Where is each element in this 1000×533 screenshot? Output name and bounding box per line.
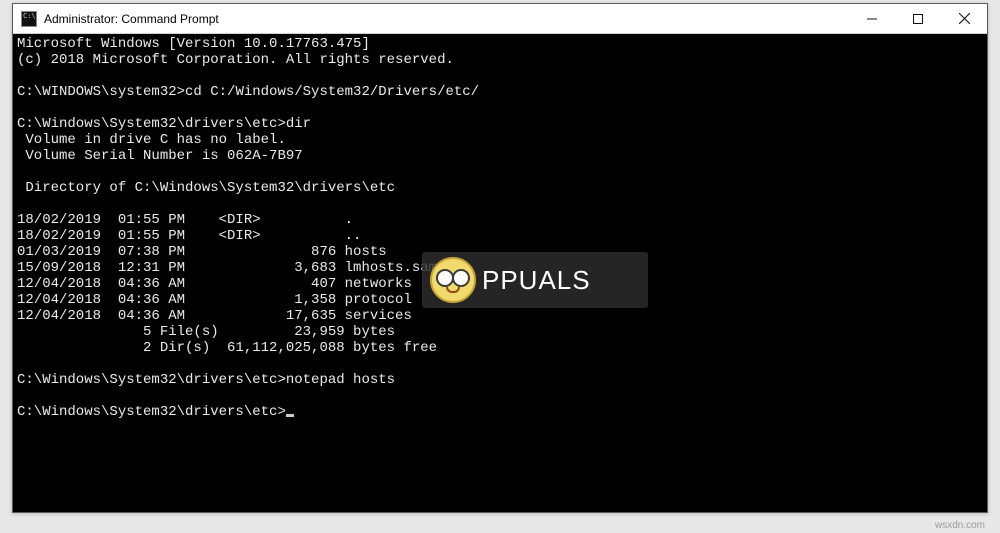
watermark-logo-overlay: PPUALS xyxy=(422,252,648,308)
dir-row: 12/04/2018 04:36 AM 407 networks xyxy=(17,276,412,292)
close-button[interactable] xyxy=(941,4,987,33)
console-header-1: Microsoft Windows [Version 10.0.17763.47… xyxy=(17,36,370,52)
appuals-face-icon xyxy=(430,257,476,303)
dir-row: 12/04/2018 04:36 AM 17,635 services xyxy=(17,308,412,324)
dir-summary: 2 Dir(s) 61,112,025,088 bytes free xyxy=(17,340,437,356)
dir-row: 01/03/2019 07:38 PM 876 hosts xyxy=(17,244,387,260)
directory-of: Directory of C:\Windows\System32\drivers… xyxy=(17,180,395,196)
volume-line-2: Volume Serial Number is 062A-7B97 xyxy=(17,148,303,164)
appuals-logo-text: PPUALS xyxy=(482,265,591,296)
prompt-2-path: C:\Windows\System32\drivers\etc> xyxy=(17,116,286,132)
prompt-3-cmd: notepad hosts xyxy=(286,372,395,388)
watermark-text: wsxdn.com xyxy=(935,520,985,531)
prompt-4-path: C:\Windows\System32\drivers\etc> xyxy=(17,404,286,420)
prompt-2-cmd: dir xyxy=(286,116,311,132)
dir-row: 15/09/2018 12:31 PM 3,683 lmhosts.sam xyxy=(17,260,437,276)
dir-row: 12/04/2018 04:36 AM 1,358 protocol xyxy=(17,292,412,308)
window-title: Administrator: Command Prompt xyxy=(44,12,219,26)
prompt-3-path: C:\Windows\System32\drivers\etc> xyxy=(17,372,286,388)
cmd-icon: C:\ xyxy=(21,11,37,27)
volume-line-1: Volume in drive C has no label. xyxy=(17,132,286,148)
dir-row: 18/02/2019 01:55 PM <DIR> . xyxy=(17,212,353,228)
dir-summary: 5 File(s) 23,959 bytes xyxy=(17,324,395,340)
maximize-button[interactable] xyxy=(895,4,941,33)
dir-row: 18/02/2019 01:55 PM <DIR> .. xyxy=(17,228,361,244)
titlebar[interactable]: C:\ Administrator: Command Prompt xyxy=(13,4,987,34)
console-header-2: (c) 2018 Microsoft Corporation. All righ… xyxy=(17,52,454,68)
prompt-1-path: C:\WINDOWS\system32> xyxy=(17,84,185,100)
prompt-1-cmd: cd C:/Windows/System32/Drivers/etc/ xyxy=(185,84,479,100)
minimize-button[interactable] xyxy=(849,4,895,33)
text-cursor xyxy=(286,414,294,417)
window-controls xyxy=(849,4,987,33)
